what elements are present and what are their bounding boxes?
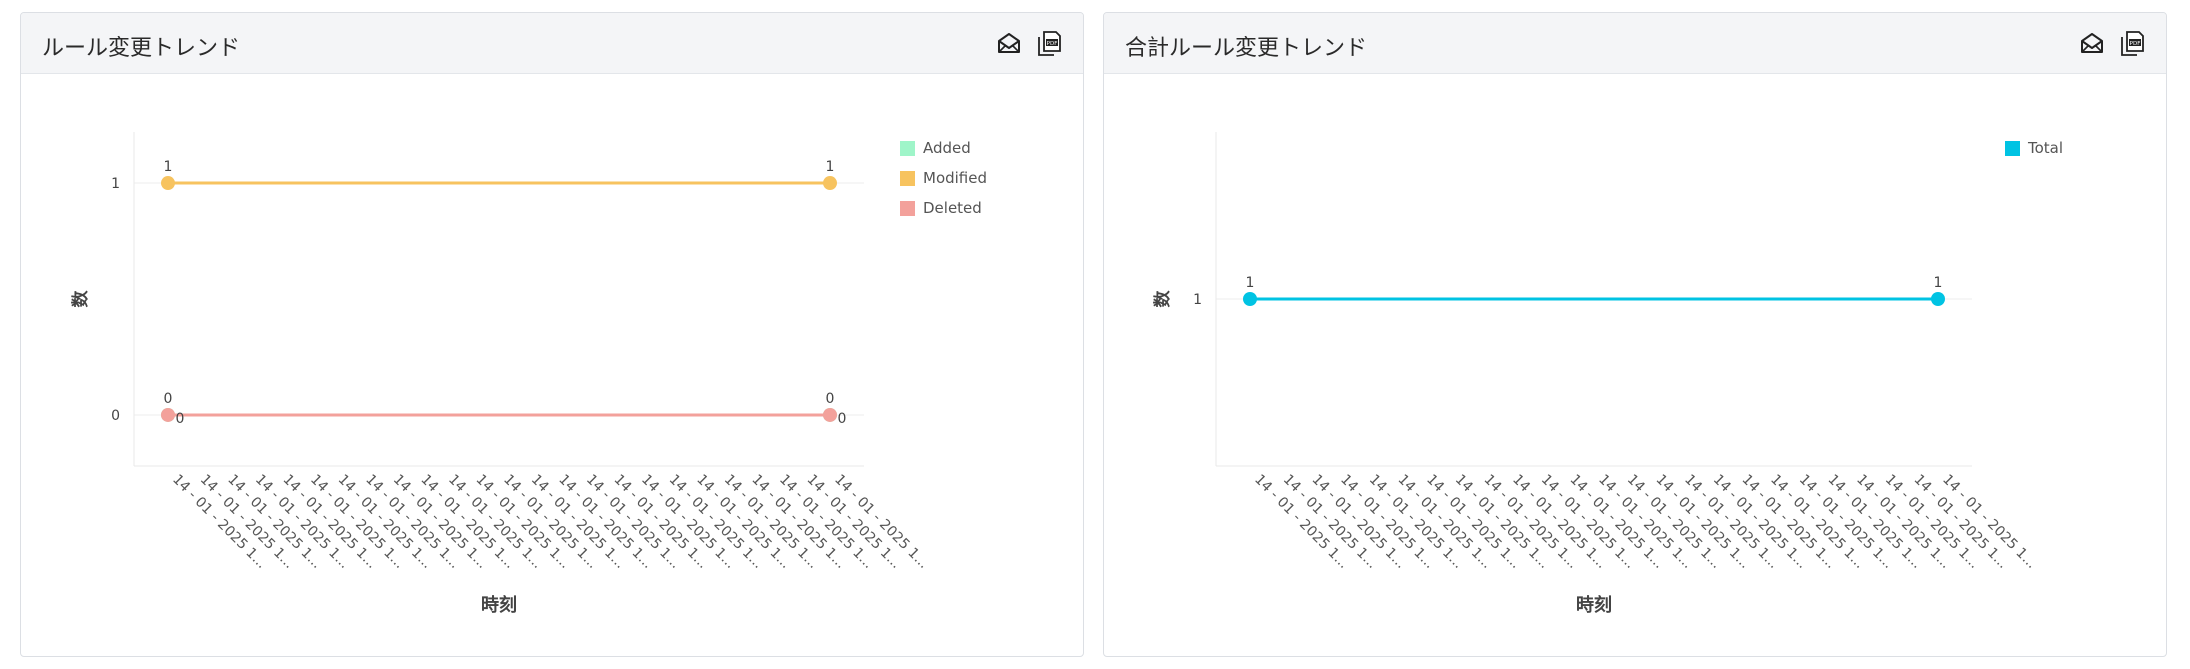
data-point bbox=[1931, 292, 1945, 306]
data-label: 1 bbox=[826, 159, 835, 175]
data-label: 1 bbox=[1246, 275, 1255, 291]
svg-text:PDF: PDF bbox=[2130, 41, 2141, 47]
data-label: 0 bbox=[826, 391, 835, 407]
data-label: 0 bbox=[164, 391, 173, 407]
svg-text:PDF: PDF bbox=[1047, 41, 1058, 47]
total-rule-change-trend-panel: 合計ルール変更トレンド PDF 1 数 14 - 01 - 2025 1... 14 … bbox=[1103, 12, 2167, 657]
rule-change-trend-panel: ルール変更トレンド PDF 0 1 数 14 - 01 - 2025 1... 14 -… bbox=[20, 12, 1084, 657]
chart-legend: Added Modified Deleted bbox=[900, 133, 987, 223]
panel-title: 合計ルール変更トレンド bbox=[1125, 36, 1368, 61]
panel-actions: PDF bbox=[995, 29, 1063, 57]
x-axis-label: 時刻 bbox=[1576, 594, 1612, 616]
legend-label: Total bbox=[2028, 139, 2064, 157]
panel-header: ルール変更トレンド PDF bbox=[21, 13, 1083, 74]
pdf-export-icon[interactable]: PDF bbox=[2118, 29, 2146, 57]
data-label: 1 bbox=[1934, 275, 1943, 291]
pdf-export-icon[interactable]: PDF bbox=[1035, 29, 1063, 57]
data-label: 1 bbox=[164, 159, 173, 175]
legend-item-deleted[interactable]: Deleted bbox=[900, 193, 987, 223]
data-label: 0 bbox=[838, 411, 847, 427]
email-icon[interactable] bbox=[995, 29, 1023, 57]
data-point bbox=[823, 176, 837, 191]
panel-header: 合計ルール変更トレンド PDF bbox=[1104, 13, 2166, 74]
x-axis-label: 時刻 bbox=[481, 594, 517, 616]
legend-label: Added bbox=[923, 139, 971, 157]
legend-label: Deleted bbox=[923, 199, 982, 217]
data-point bbox=[161, 176, 175, 191]
panel-actions: PDF bbox=[2078, 29, 2146, 57]
chart-legend: Total bbox=[2005, 133, 2063, 163]
data-point bbox=[823, 407, 837, 422]
data-point bbox=[161, 407, 175, 422]
y-tick-label: 1 bbox=[111, 176, 120, 192]
y-axis-label: 数 bbox=[70, 290, 91, 308]
legend-item-added[interactable]: Added bbox=[900, 133, 987, 163]
data-label: 0 bbox=[176, 411, 185, 427]
legend-item-total[interactable]: Total bbox=[2005, 133, 2063, 163]
y-axis-label: 数 bbox=[1152, 290, 1173, 308]
panel-title: ルール変更トレンド bbox=[42, 36, 241, 61]
y-tick-label: 1 bbox=[1193, 292, 1202, 308]
legend-item-modified[interactable]: Modified bbox=[900, 163, 987, 193]
legend-swatch bbox=[900, 140, 915, 156]
y-tick-label: 0 bbox=[111, 408, 120, 424]
email-icon[interactable] bbox=[2078, 29, 2106, 57]
legend-swatch bbox=[2005, 140, 2020, 156]
legend-swatch bbox=[900, 170, 915, 186]
legend-label: Modified bbox=[923, 169, 988, 187]
legend-swatch bbox=[900, 200, 915, 216]
data-point bbox=[1243, 292, 1257, 306]
